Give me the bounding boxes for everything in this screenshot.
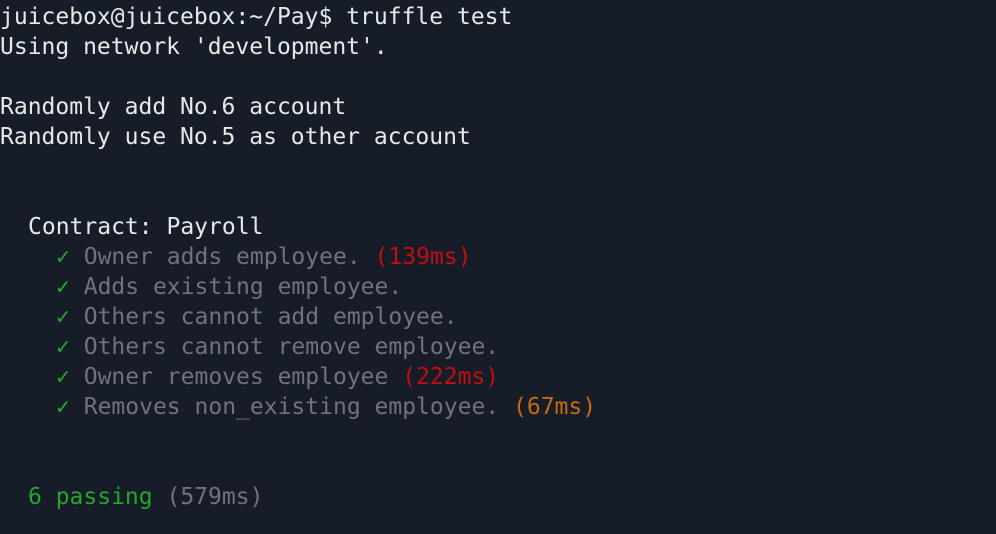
summary-line: 6 passing (579ms) (0, 482, 996, 512)
terminal-window[interactable]: juicebox@juicebox:~/Pay$ truffle test Us… (0, 0, 996, 534)
test-row: ✓ Owner removes employee (222ms) (0, 362, 996, 392)
test-row: ✓ Removes non_existing employee. (67ms) (0, 392, 996, 422)
check-icon: ✓ (56, 364, 70, 390)
total-time: (579ms) (166, 484, 264, 510)
test-row: ✓ Others cannot remove employee. (0, 332, 996, 362)
test-name: Adds existing employee. (83, 274, 403, 300)
info-line-1: Randomly add No.6 account (0, 94, 347, 120)
network-line: Using network 'development'. (0, 34, 388, 60)
check-icon: ✓ (56, 274, 70, 300)
check-icon: ✓ (56, 394, 70, 420)
test-duration: (222ms) (402, 364, 500, 390)
test-name: Owner removes employee (83, 364, 389, 390)
test-name: Others cannot remove employee. (83, 334, 500, 360)
command-text: truffle test (332, 4, 513, 30)
test-name: Others cannot add employee. (83, 304, 458, 330)
test-name: Removes non_existing employee. (83, 394, 500, 420)
passing-count: 6 passing (28, 484, 153, 510)
check-icon: ✓ (56, 304, 70, 330)
test-row: ✓ Others cannot add employee. (0, 302, 996, 332)
test-row: ✓ Adds existing employee. (0, 272, 996, 302)
test-duration: (67ms) (513, 394, 597, 420)
test-row: ✓ Owner adds employee. (139ms) (0, 242, 996, 272)
test-name: Owner adds employee. (83, 244, 361, 270)
suite-title: Contract: Payroll (28, 214, 264, 240)
shell-prompt: juicebox@juicebox:~/Pay$ (0, 4, 333, 30)
test-duration: (139ms) (374, 244, 472, 270)
command-line: juicebox@juicebox:~/Pay$ truffle test (0, 2, 996, 32)
check-icon: ✓ (56, 244, 70, 270)
check-icon: ✓ (56, 334, 70, 360)
info-line-2: Randomly use No.5 as other account (0, 124, 471, 150)
